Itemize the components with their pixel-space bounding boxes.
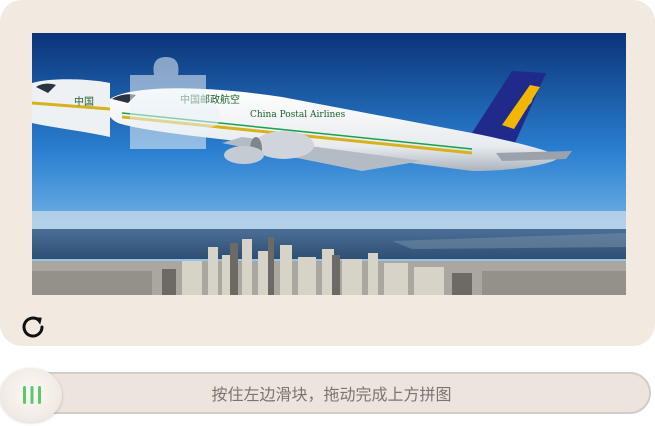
airplane-over-city-photo: EMS 中国邮政航空 China Postal Airlines 中国: [32, 33, 626, 295]
slider-hint: 按住左边滑块，拖动完成上方拼图: [211, 385, 452, 404]
refresh-button[interactable]: [18, 312, 48, 342]
slider-track[interactable]: 按住左边滑块，拖动完成上方拼图: [2, 372, 651, 414]
grip-icon: [23, 386, 41, 404]
captcha-panel: EMS 中国邮政航空 China Postal Airlines 中国: [0, 0, 655, 346]
airline-text: China Postal Airlines: [250, 110, 346, 120]
slider-handle[interactable]: [0, 368, 62, 422]
refresh-icon: [22, 316, 44, 338]
puzzle-piece[interactable]: [32, 78, 109, 166]
puzzle-image: EMS 中国邮政航空 China Postal Airlines 中国: [32, 33, 626, 295]
